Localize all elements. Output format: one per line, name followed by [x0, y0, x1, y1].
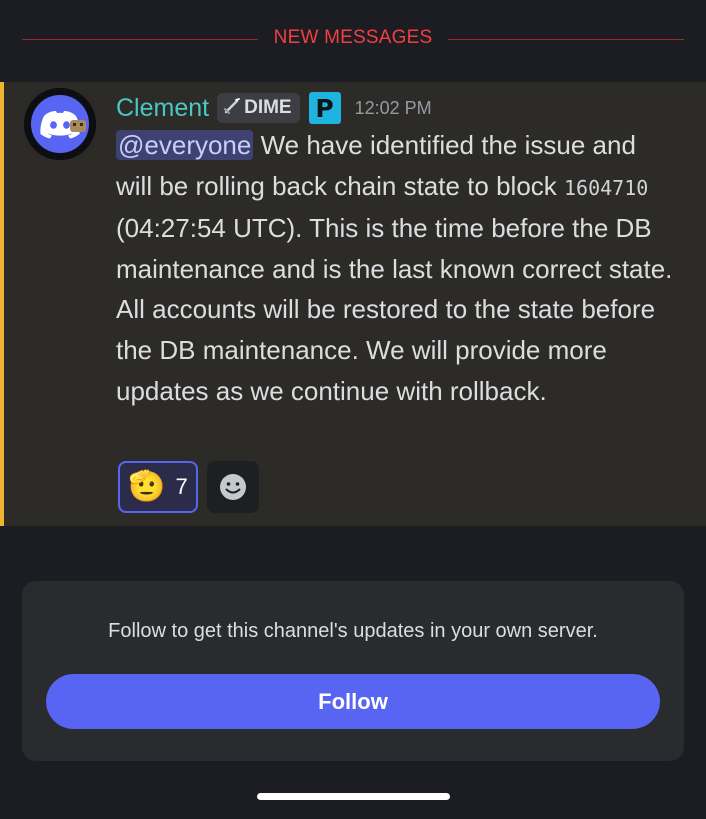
follow-prompt-text: Follow to get this channel's updates in …	[108, 620, 598, 642]
message-header: Clement DIME P 12:02 PM	[116, 91, 432, 125]
avatar-ring	[24, 88, 96, 160]
message[interactable]: Clement DIME P 12:02 PM @everyone We hav…	[0, 82, 706, 526]
author-name[interactable]: Clement	[116, 94, 209, 123]
server-tag[interactable]: DIME	[217, 93, 300, 123]
block-number-code: 1604710	[564, 175, 649, 200]
message-timestamp: 12:02 PM	[354, 97, 432, 118]
new-messages-label: NEW MESSAGES	[273, 27, 433, 48]
saluting-face-icon: 🫡	[128, 470, 166, 503]
add-reaction-icon	[220, 474, 246, 500]
message-content: @everyone We have identified the issue a…	[116, 125, 676, 411]
divider-line-left	[22, 39, 258, 40]
divider-line-right	[448, 39, 684, 40]
everyone-mention[interactable]: @everyone	[116, 130, 254, 160]
home-indicator[interactable]	[257, 793, 450, 800]
add-reaction-button[interactable]	[207, 461, 259, 513]
reaction-count: 7	[175, 474, 188, 499]
p-logo-icon[interactable]: P	[308, 92, 341, 124]
message-text-part-2: (04:27:54 UTC). This is the time before …	[116, 213, 673, 406]
server-tag-label: DIME	[244, 97, 292, 118]
new-messages-divider: NEW MESSAGES	[0, 0, 706, 80]
follow-button[interactable]: Follow	[46, 674, 660, 729]
avatar[interactable]	[24, 88, 96, 160]
reaction-saluting-face[interactable]: 🫡 7	[118, 461, 198, 513]
follow-channel-card: Follow to get this channel's updates in …	[22, 581, 684, 761]
reactions-bar: 🫡 7	[118, 461, 259, 513]
sword-icon	[223, 97, 241, 120]
